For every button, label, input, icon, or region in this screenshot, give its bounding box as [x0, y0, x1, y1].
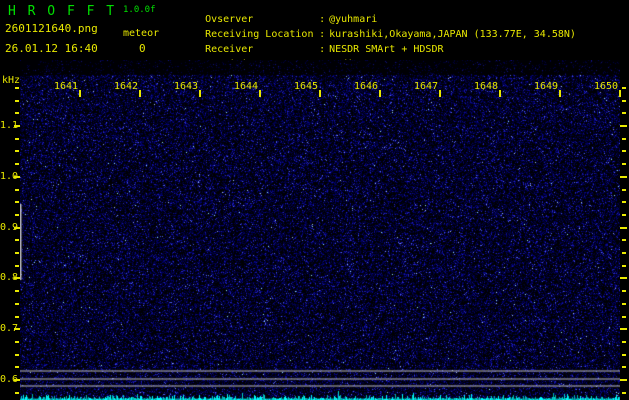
- freq-tick-label: 0.8: [0, 272, 19, 284]
- freq-tick-major-right: [620, 379, 627, 381]
- freq-tick-minor: [15, 302, 19, 305]
- freq-tick-major: [14, 125, 20, 127]
- freq-tick-minor-right: [622, 150, 626, 153]
- time-tick: [379, 90, 381, 97]
- freq-tick-minor-right: [622, 252, 626, 254]
- freq-tick-major-right: [620, 125, 627, 127]
- time-tick-label: 1649: [534, 81, 559, 92]
- freq-tick-minor-right: [622, 366, 626, 369]
- hrofft-window: H R O F F T 1.0.0f 2601121640.png meteor…: [0, 0, 629, 400]
- app-version: 1.0.0f: [123, 5, 156, 15]
- time-tick: [619, 90, 621, 97]
- freq-tick-minor: [15, 353, 19, 356]
- timestamp: 26.01.12 16:40: [5, 42, 98, 55]
- spectrogram-canvas: [20, 60, 620, 400]
- freq-tick-minor: [15, 290, 19, 293]
- time-tick-label: 1645: [294, 81, 319, 92]
- time-tick: [199, 90, 201, 97]
- time-tick: [439, 90, 441, 97]
- freq-tick-minor: [15, 137, 19, 140]
- freq-tick-minor-right: [622, 302, 626, 305]
- freq-tick-minor: [15, 252, 19, 254]
- freq-tick-minor: [15, 264, 19, 267]
- freq-tick-major: [14, 328, 20, 331]
- freq-tick-minor-right: [622, 188, 626, 191]
- freq-tick-minor: [15, 340, 19, 343]
- app-title: H R O F F T: [8, 4, 117, 19]
- time-tick-label: 1642: [114, 81, 139, 92]
- freq-tick-minor: [15, 391, 19, 394]
- freq-tick-minor-right: [622, 137, 626, 140]
- freq-tick-label: 0.7: [0, 323, 19, 335]
- freq-tick-minor: [15, 112, 19, 115]
- output-filename: 2601121640.png: [5, 22, 98, 35]
- time-tick: [139, 90, 141, 97]
- freq-tick-major-right: [620, 277, 627, 280]
- time-tick: [259, 90, 261, 97]
- time-tick-label: 1648: [474, 81, 499, 92]
- y-axis-unit-label: kHz: [2, 75, 21, 86]
- meteor-count-value: 0: [139, 42, 146, 55]
- freq-tick-minor-right: [622, 201, 626, 204]
- freq-tick-label: 0.9: [0, 221, 19, 233]
- freq-tick-minor-right: [622, 290, 626, 293]
- freq-tick-minor-right: [622, 315, 626, 318]
- freq-tick-label: 1.1: [0, 120, 19, 131]
- freq-tick-label: 0.6: [0, 374, 19, 385]
- freq-tick-minor-right: [622, 264, 626, 267]
- freq-tick-minor: [15, 315, 19, 318]
- freq-tick-major: [14, 277, 20, 280]
- freq-tick-minor: [15, 201, 19, 204]
- freq-tick-minor: [15, 86, 19, 89]
- time-tick: [79, 90, 81, 97]
- freq-tick-minor: [15, 366, 19, 369]
- freq-tick-minor-right: [622, 86, 626, 89]
- meteor-count-label: meteor: [123, 28, 160, 39]
- time-tick-label: 1650: [594, 81, 619, 92]
- time-tick-label: 1641: [54, 81, 79, 92]
- freq-tick-minor-right: [622, 99, 626, 102]
- freq-tick-minor: [15, 239, 19, 242]
- freq-tick-minor: [15, 163, 19, 166]
- freq-tick-major-right: [620, 175, 627, 178]
- time-tick: [559, 90, 561, 97]
- freq-tick-major-right: [620, 226, 627, 229]
- freq-tick-minor: [15, 150, 19, 153]
- freq-tick-label: 1.0: [0, 170, 19, 182]
- freq-tick-minor: [15, 188, 19, 191]
- freq-tick-major-right: [620, 328, 627, 331]
- time-tick-label: 1643: [174, 81, 199, 92]
- time-tick: [499, 90, 501, 97]
- time-tick-label: 1644: [234, 81, 259, 92]
- freq-tick-minor-right: [622, 340, 626, 343]
- time-tick-label: 1646: [354, 81, 379, 92]
- freq-tick-minor-right: [622, 353, 626, 356]
- freq-tick-minor-right: [622, 239, 626, 242]
- freq-tick-minor-right: [622, 213, 626, 216]
- freq-tick-minor: [15, 99, 19, 102]
- time-tick: [319, 90, 321, 97]
- freq-tick-minor-right: [622, 163, 626, 166]
- freq-tick-minor-right: [622, 391, 626, 394]
- time-tick-label: 1647: [414, 81, 439, 92]
- freq-tick-major: [14, 226, 20, 229]
- freq-tick-minor: [15, 213, 19, 216]
- freq-tick-major: [14, 379, 20, 381]
- freq-tick-minor-right: [622, 112, 626, 115]
- freq-tick-major: [14, 175, 20, 178]
